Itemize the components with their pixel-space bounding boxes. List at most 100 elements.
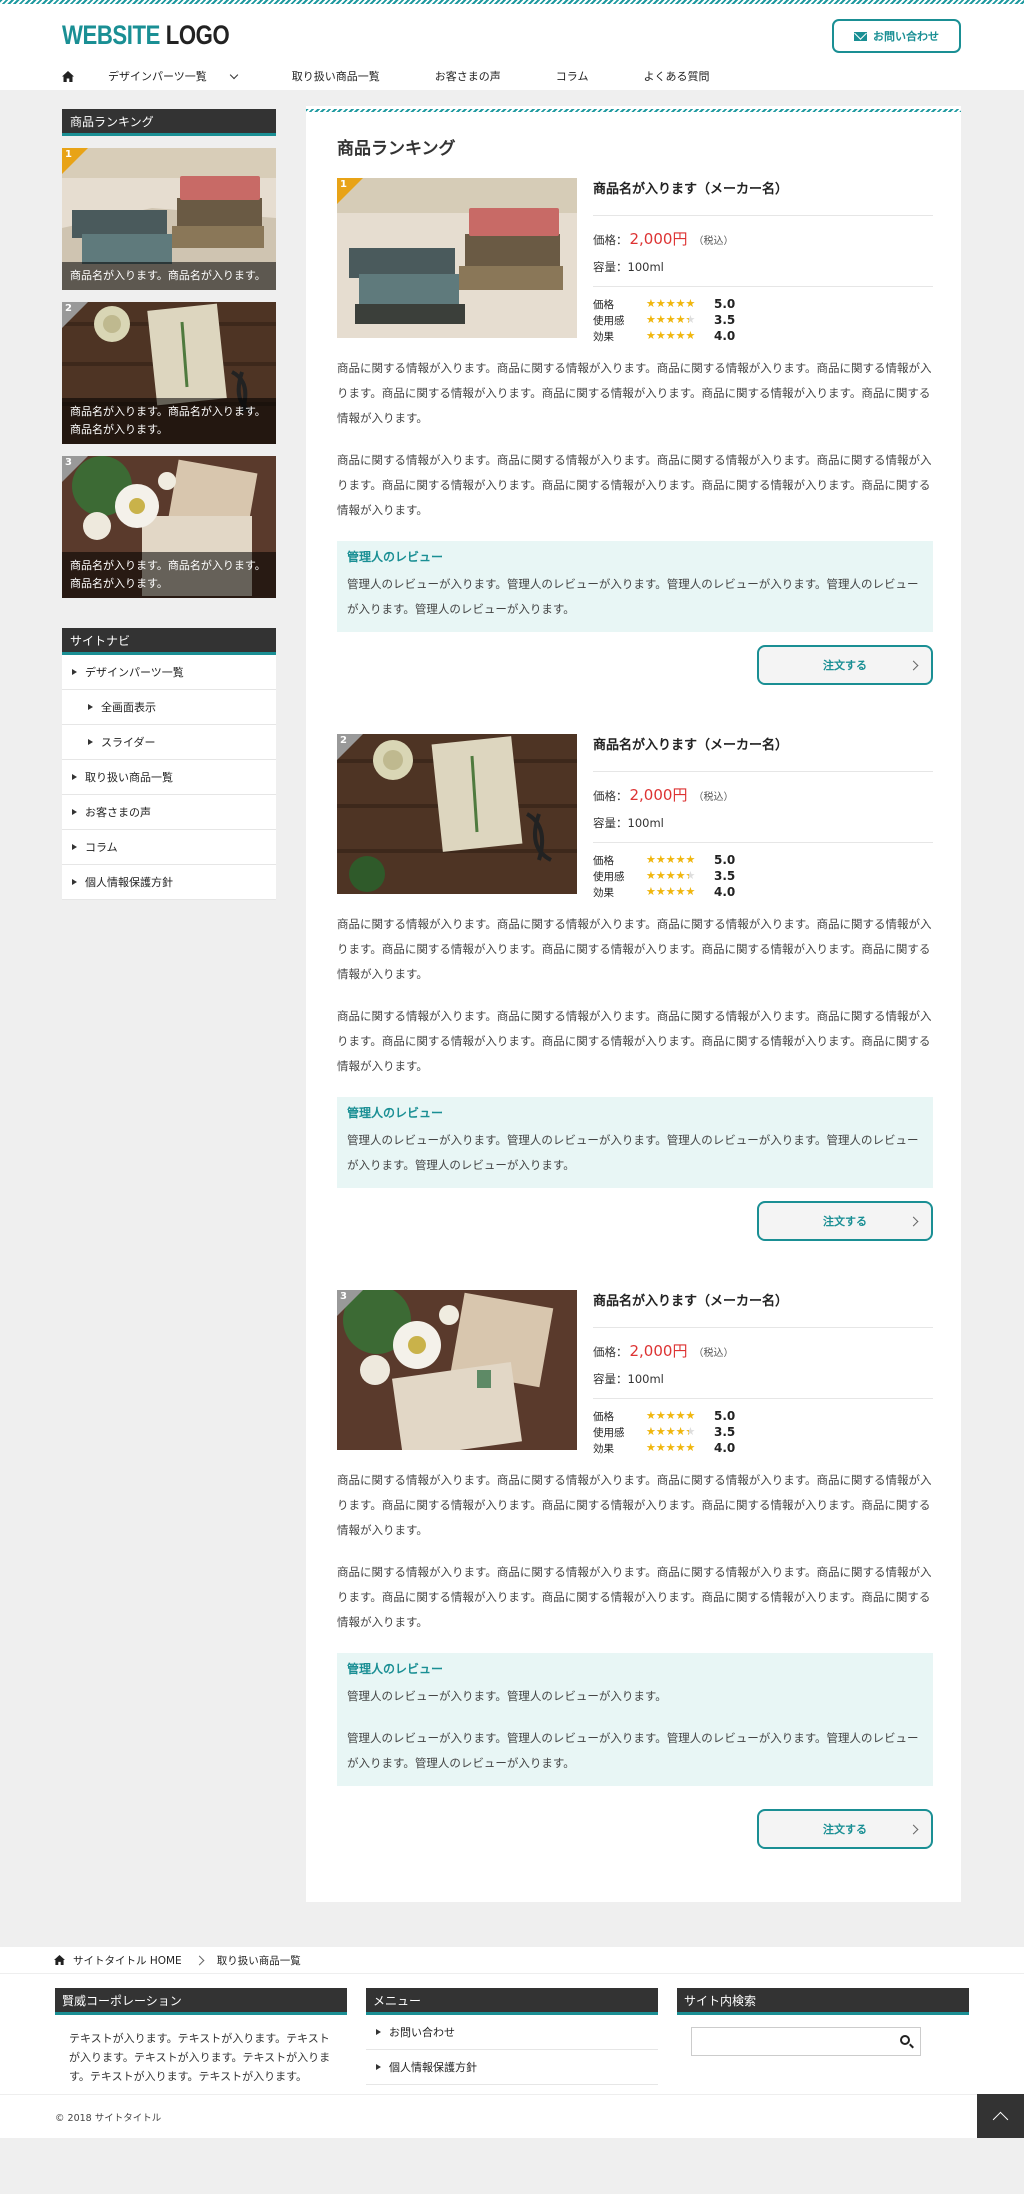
price-label: 価格： (593, 789, 628, 803)
sidenav-item-design-parts[interactable]: デザインパーツ一覧 (62, 655, 276, 690)
rating-row: 使用感 ★★★★★★★★★★ 3.5 (593, 312, 933, 328)
rating-row: 効果 ★★★★★ ★★★★★ 4.0 (593, 884, 933, 900)
product-image-books (337, 178, 577, 338)
triangle-icon (72, 844, 77, 850)
nav-item-voices[interactable]: お客さまの声 (435, 68, 501, 84)
chevron-right-icon (908, 1216, 919, 1227)
rating-list: 価格 ★★★★★★★★★★ 5.0 使用感 ★★★★★★★★★★ 3.5 効果 ★★★★★… (593, 296, 933, 344)
contact-button-label: お問い合わせ (873, 30, 939, 43)
footer-company: 賢威コーポレーション テキストが入ります。テキストが入ります。テキストが入ります… (55, 1988, 347, 2100)
order-button[interactable]: 注文する (757, 1809, 933, 1849)
ranking-card-2[interactable]: 2 商品名が入ります。商品名が入ります。商品名が入ります。 (62, 302, 276, 444)
content-wrapper: 商品ランキング 1 商品名が入ります。商品名が入ります。 2 商品名が入ります。… (0, 90, 1024, 1947)
rating-value: 5.0 (714, 853, 736, 867)
product-item-2: 2 商品名が入ります（メーカー名） 価格： 2,000円 （税込） 容量：100ml… (337, 734, 933, 1264)
chevron-right-icon (908, 660, 919, 671)
star-rating: ★★★★★★★★★★ (646, 329, 696, 342)
home-icon[interactable] (62, 70, 82, 82)
product-name: 商品名が入ります（メーカー名） (593, 734, 933, 772)
rating-row: 使用感 ★★★★★★★★★★ 3.5 (593, 868, 933, 884)
product-description: 商品に関する情報が入ります。商品に関する情報が入ります。商品に関する情報が入りま… (337, 1473, 932, 1537)
volume-label: 容量： (593, 816, 628, 830)
product-info: 商品名が入ります（メーカー名） 価格： 2,000円 （税込） 容量：100ml 価… (593, 178, 933, 344)
volume-value: 100ml (627, 816, 664, 830)
rating-value: 3.5 (714, 1425, 736, 1439)
product-description: 商品に関する情報が入ります。商品に関する情報が入ります。商品に関する情報が入りま… (337, 1565, 932, 1629)
rating-label: 効果 (593, 1442, 614, 1455)
chevron-right-icon (194, 1955, 205, 1965)
product-image[interactable]: 2 (337, 734, 577, 894)
order-button[interactable]: 注文する (757, 1201, 933, 1241)
site-footer: 賢威コーポレーション テキストが入ります。テキストが入ります。テキストが入ります… (0, 1973, 1024, 2138)
footer-menu-contact[interactable]: お問い合わせ (366, 2015, 658, 2050)
product-image[interactable]: 3 (337, 1290, 577, 1450)
triangle-icon (376, 2064, 381, 2070)
site-nav-list: デザインパーツ一覧 全画面表示 スライダー 取り扱い商品一覧 お客さまの声 コラ… (62, 655, 276, 900)
product-item-3: 3 商品名が入ります（メーカー名） 価格： 2,000円 （税込） 容量：100ml… (337, 1290, 933, 1870)
footer-menu-privacy[interactable]: 個人情報保護方針 (366, 2050, 658, 2085)
sidebar: 商品ランキング 1 商品名が入ります。商品名が入ります。 2 商品名が入ります。… (62, 109, 276, 900)
order-button-label: 注文する (823, 659, 867, 672)
copyright: © 2018 サイトタイトル (0, 2094, 1024, 2138)
order-button[interactable]: 注文する (757, 645, 933, 685)
ranking-card-3[interactable]: 3 商品名が入ります。商品名が入ります。商品名が入ります。 (62, 456, 276, 598)
contact-button[interactable]: お問い合わせ (832, 19, 961, 53)
rank-number: 2 (340, 735, 347, 746)
rank-number: 3 (65, 457, 72, 468)
home-icon (54, 1955, 65, 1965)
triangle-icon (72, 774, 77, 780)
star-rating: ★★★★★★★★★★ (646, 1441, 696, 1454)
product-description: 商品に関する情報が入ります。商品に関する情報が入ります。商品に関する情報が入りま… (337, 917, 932, 981)
nav-item-design-parts[interactable]: デザインパーツ一覧 (108, 68, 239, 84)
footer-menu: メニュー お問い合わせ 個人情報保護方針 (366, 1988, 658, 2085)
nav-item-products[interactable]: 取り扱い商品一覧 (292, 68, 380, 84)
rating-value: 5.0 (714, 297, 736, 311)
ranking-card-1[interactable]: 1 商品名が入ります。商品名が入ります。 (62, 148, 276, 290)
search-input[interactable] (692, 2028, 882, 2055)
star-rating: ★★★★★★★★★★ (646, 885, 696, 898)
rank-number: 3 (340, 1291, 347, 1302)
volume-value: 100ml (627, 260, 664, 274)
rating-label: 価格 (593, 298, 614, 311)
nav-item-faq[interactable]: よくある質問 (643, 68, 709, 84)
triangle-icon (72, 809, 77, 815)
sidenav-item-column[interactable]: コラム (62, 830, 276, 865)
triangle-icon (72, 879, 77, 885)
review-text: 管理人のレビューが入ります。管理人のレビューが入ります。管理人のレビューが入りま… (347, 1133, 919, 1172)
rating-list: 価格 ★★★★★★★★★★ 5.0 使用感 ★★★★★★★★★★ 3.5 効果 ★★★★★… (593, 852, 933, 900)
review-title: 管理人のレビュー (347, 1662, 444, 1676)
mail-icon (854, 31, 867, 41)
product-description: 商品に関する情報が入ります。商品に関する情報が入ります。商品に関する情報が入りま… (337, 453, 932, 517)
sidenav-item-voices[interactable]: お客さまの声 (62, 795, 276, 830)
tax-label: （税込） (693, 1348, 734, 1359)
product-description: 商品に関する情報が入ります。商品に関する情報が入ります。商品に関する情報が入りま… (337, 1009, 932, 1073)
sidenav-item-privacy[interactable]: 個人情報保護方針 (62, 865, 276, 900)
star-rating: ★★★★★★★★★★ (646, 1409, 696, 1422)
chevron-down-icon (229, 70, 239, 79)
search-icon[interactable] (900, 2035, 910, 2045)
footer-search: サイト内検索 (677, 1988, 969, 2056)
sidenav-item-slider[interactable]: スライダー (62, 725, 276, 760)
rating-value: 5.0 (714, 1409, 736, 1423)
ranking-caption: 商品名が入ります。商品名が入ります。商品名が入ります。 (62, 398, 276, 444)
nav-item-column[interactable]: コラム (556, 68, 589, 84)
rating-value: 3.5 (714, 869, 736, 883)
rating-label: 価格 (593, 854, 614, 867)
review-title: 管理人のレビュー (347, 550, 444, 564)
product-image[interactable]: 1 (337, 178, 577, 338)
site-nav-title: サイトナビ (62, 628, 276, 655)
rank-number: 1 (340, 179, 347, 190)
rating-list: 価格 ★★★★★★★★★★ 5.0 使用感 ★★★★★★★★★★ 3.5 効果 ★★★★★… (593, 1408, 933, 1456)
sidenav-item-products[interactable]: 取り扱い商品一覧 (62, 760, 276, 795)
star-rating: ★★★★★★★★★★ (646, 869, 696, 882)
footer-search-title: サイト内検索 (677, 1988, 969, 2015)
sidenav-item-fullscreen[interactable]: 全画面表示 (62, 690, 276, 725)
back-to-top-button[interactable] (977, 2094, 1024, 2138)
volume-label: 容量： (593, 1372, 628, 1386)
product-item-1: 1 商品名が入ります（メーカー名） 価格： 2,000円 （税込） 容量：100ml… (337, 178, 933, 708)
price-value: 2,000円 (629, 786, 688, 804)
triangle-icon (72, 669, 77, 675)
site-logo[interactable]: WEBSITE LOGO (62, 20, 230, 51)
breadcrumb-home[interactable]: サイトタイトル HOME (54, 1953, 182, 1968)
order-button-label: 注文する (823, 1823, 867, 1836)
